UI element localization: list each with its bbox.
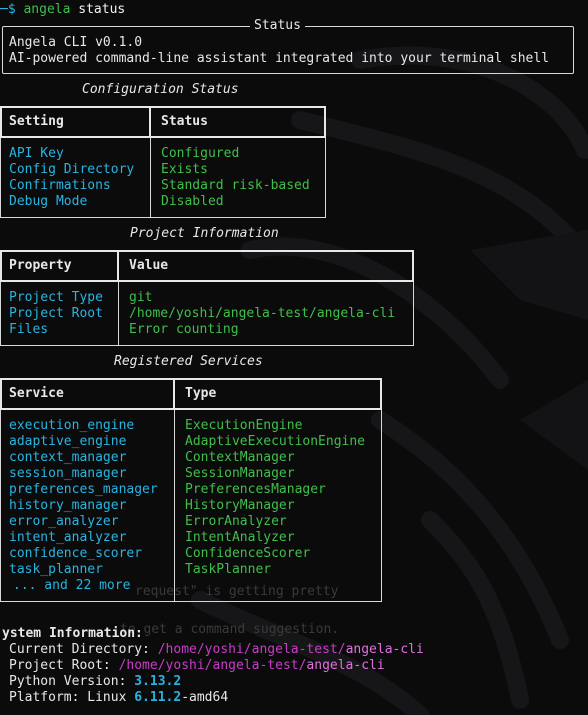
config-row-setting: API Key [9,146,64,161]
service-type: AdaptiveExecutionEngine [185,434,366,449]
services-table-title: Registered Services [114,354,263,369]
ghost-text-line: to get a command suggestion. [120,622,340,637]
project-row-property: Project Type [9,290,103,305]
project-row-property: Project Root [9,306,103,321]
config-row-status: Standard risk-based [161,178,310,193]
config-column-divider [150,138,151,218]
service-type: HistoryManager [185,498,295,513]
config-row-status: Exists [161,162,208,177]
project-row-value: Error counting [129,322,239,337]
python-version-value: 3.13.2 [134,674,182,689]
config-row-setting: Config Directory [9,162,135,177]
current-directory-path: /home/yoshi/angela-test/ [157,642,346,657]
prompt-command: angela [23,2,71,17]
service-type: TaskPlanner [185,562,272,577]
service-name: execution_engine [9,418,135,433]
services-header-service: Service [9,386,64,401]
config-row-setting: Confirmations [9,178,111,193]
platform-version: 6.11.2 [134,690,182,705]
project-row-value: /home/yoshi/angela-test/angela-cli [129,306,396,321]
service-name: task_planner [9,562,103,577]
config-row-status: Disabled [161,194,224,209]
config-header-status: Status [161,114,208,129]
service-type: IntentAnalyzer [185,530,295,545]
config-row-setting: Debug Mode [9,194,88,209]
status-description: AI-powered command-line assistant integr… [9,51,550,66]
system-info-title: ystem Information: [2,626,143,641]
system-platform: Platform: Linux 6.11.2-amd64 [9,690,228,706]
project-row-value: git [129,290,153,305]
services-header-type: Type [185,386,217,401]
config-table-title: Configuration Status [82,82,239,97]
project-table-title: Project Information [130,226,279,241]
service-name: history_manager [9,498,127,513]
project-header-property: Property [9,258,72,273]
platform-label: Platform: Linux [9,690,127,705]
system-project-root: Project Root: /home/yoshi/angela-test/an… [9,658,385,674]
service-type: ContextManager [185,450,295,465]
project-column-divider [118,282,119,346]
project-root-leaf: angela-cli [306,658,385,673]
current-directory-label: Current Directory: [9,642,150,657]
project-root-label: Project Root: [9,658,111,673]
service-name: adaptive_engine [9,434,127,449]
service-name: confidence_scorer [9,546,143,561]
service-name: preferences_manager [9,482,158,497]
prompt-argument: status [78,2,126,17]
system-current-directory: Current Directory: /home/yoshi/angela-te… [9,642,424,658]
service-type: ExecutionEngine [185,418,303,433]
services-more-count: ... and 22 more [13,578,131,593]
service-type: SessionManager [185,466,295,481]
system-python-version: Python Version: 3.13.2 [9,674,181,690]
service-name: error_analyzer [9,514,119,529]
service-type: PreferencesManager [185,482,326,497]
status-panel-title: Status [250,18,305,34]
service-type: ConfidenceScorer [185,546,311,561]
status-version: Angela CLI v0.1.0 [9,35,143,50]
project-root-path: /home/yoshi/angela-test/ [118,658,307,673]
service-name: context_manager [9,450,127,465]
platform-arch: -amd64 [181,690,229,705]
prompt-line: ─$ angela status [0,2,125,18]
service-name: session_manager [9,466,127,481]
project-header-value: Value [129,258,169,273]
services-column-divider [174,410,175,602]
project-row-property: Files [9,322,49,337]
current-directory-leaf: angela-cli [345,642,424,657]
python-version-label: Python Version: [9,674,127,689]
config-row-status: Configured [161,146,240,161]
config-header-setting: Setting [9,114,64,129]
prompt-prefix: ─$ [0,2,16,17]
service-name: intent_analyzer [9,530,127,545]
service-type: ErrorAnalyzer [185,514,287,529]
ghost-text-line: request" is getting pretty [135,584,339,599]
